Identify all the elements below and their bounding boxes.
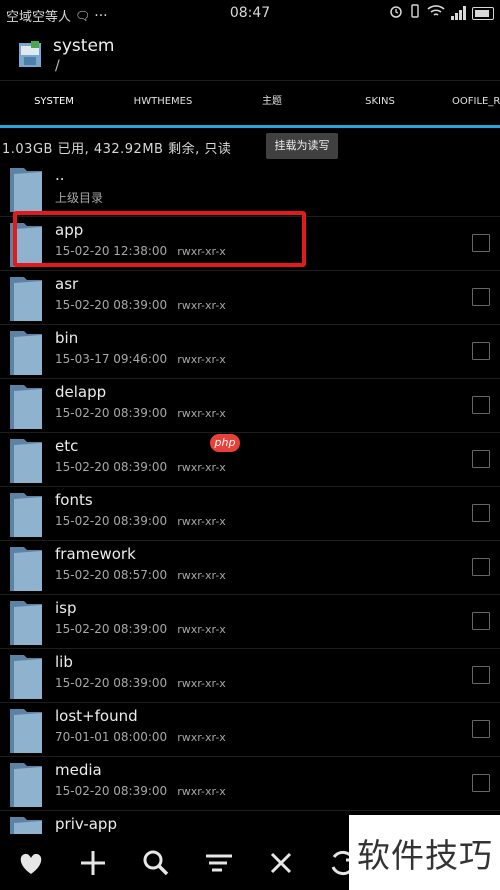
file-name: etc xyxy=(55,437,79,455)
folder-icon xyxy=(10,759,42,807)
file-name: media xyxy=(55,761,102,779)
list-item-delapp[interactable]: delapp 15-02-20 08:39:00 rwxr-xr-x xyxy=(0,378,500,432)
folder-icon xyxy=(10,273,42,321)
storage-info: 1.03GB 已用, 432.92MB 剩余, 只读 挂载为读写 xyxy=(0,130,500,162)
select-checkbox[interactable] xyxy=(472,396,490,414)
file-name: priv-app xyxy=(55,815,117,833)
selection-highlight xyxy=(13,211,306,267)
tab-bar: SYSTEM HWTHEMES 主题 SKINS OOFILE_RE xyxy=(0,80,500,128)
file-meta: 15-02-20 08:39:00 rwxr-xr-x xyxy=(55,514,226,528)
list-item-bin[interactable]: bin 15-03-17 09:46:00 rwxr-xr-x xyxy=(0,324,500,378)
list-item-isp[interactable]: isp 15-02-20 08:39:00 rwxr-xr-x xyxy=(0,594,500,648)
list-item-framework[interactable]: framework 15-02-20 08:57:00 rwxr-xr-x xyxy=(0,540,500,594)
select-checkbox[interactable] xyxy=(472,288,490,306)
file-meta: 15-02-20 08:39:00 rwxr-xr-x xyxy=(55,406,226,420)
select-checkbox[interactable] xyxy=(472,450,490,468)
folder-icon xyxy=(10,164,42,212)
folder-icon xyxy=(10,381,42,429)
close-icon[interactable] xyxy=(264,846,298,880)
list-item-parent[interactable]: .. 上级目录 xyxy=(0,162,500,215)
status-bar: 空域空等人 🗨 ··· 08:47 xyxy=(0,0,500,28)
select-checkbox[interactable] xyxy=(472,612,490,630)
select-checkbox[interactable] xyxy=(472,342,490,360)
page-title: system xyxy=(53,36,115,56)
file-meta: 15-02-20 08:39:00 rwxr-xr-x xyxy=(55,784,226,798)
folder-icon xyxy=(10,435,42,483)
file-meta: 70-01-01 08:00:00 rwxr-xr-x xyxy=(55,730,226,744)
tab-hwthemes[interactable]: HWTHEMES xyxy=(108,81,218,125)
file-name: bin xyxy=(55,329,79,347)
folder-icon xyxy=(10,813,42,834)
select-checkbox[interactable] xyxy=(472,720,490,738)
list-item-media[interactable]: media 15-02-20 08:39:00 rwxr-xr-x xyxy=(0,756,500,810)
mount-rw-button[interactable]: 挂载为读写 xyxy=(266,133,338,159)
file-meta: 15-02-20 08:39:00 rwxr-xr-x xyxy=(55,676,226,690)
current-path: / xyxy=(55,58,60,74)
file-meta: 15-02-20 08:39:00 rwxr-xr-x xyxy=(55,298,226,312)
select-checkbox[interactable] xyxy=(472,558,490,576)
signal-icon xyxy=(451,6,466,20)
file-name: lost+found xyxy=(55,707,138,725)
file-meta: 15-02-20 08:57:00 rwxr-xr-x xyxy=(55,568,226,582)
tab-skins[interactable]: SKINS xyxy=(326,81,434,125)
folder-icon xyxy=(10,543,42,591)
app-header: system / xyxy=(0,28,500,80)
vibrate-icon xyxy=(409,4,421,22)
folder-icon xyxy=(10,327,42,375)
select-checkbox[interactable] xyxy=(472,504,490,522)
battery-icon xyxy=(472,6,494,20)
file-meta: 15-02-20 08:39:00 rwxr-xr-x xyxy=(55,460,226,474)
list-item-fonts[interactable]: fonts 15-02-20 08:39:00 rwxr-xr-x xyxy=(0,486,500,540)
alarm-icon xyxy=(389,4,403,22)
file-meta: 15-02-20 08:39:00 rwxr-xr-x xyxy=(55,622,226,636)
file-name: delapp xyxy=(55,383,107,401)
folder-icon xyxy=(10,705,42,753)
file-name: framework xyxy=(55,545,136,563)
plus-icon[interactable] xyxy=(76,846,110,880)
file-name: asr xyxy=(55,275,79,293)
select-checkbox[interactable] xyxy=(472,234,490,252)
tab-oofile[interactable]: OOFILE_RE xyxy=(434,81,500,125)
site-watermark-text: 软件技巧 xyxy=(357,836,493,875)
sort-icon[interactable] xyxy=(202,846,236,880)
folder-icon xyxy=(10,651,42,699)
heart-icon[interactable] xyxy=(14,846,48,880)
list-item-lost-found[interactable]: lost+found 70-01-01 08:00:00 rwxr-xr-x xyxy=(0,702,500,756)
php-watermark: php xyxy=(210,434,240,452)
select-checkbox[interactable] xyxy=(472,774,490,792)
list-item-lib[interactable]: lib 15-02-20 08:39:00 rwxr-xr-x xyxy=(0,648,500,702)
list-item-asr[interactable]: asr 15-02-20 08:39:00 rwxr-xr-x xyxy=(0,270,500,324)
storage-usage: 1.03GB 已用, 432.92MB 剩余, 只读 xyxy=(2,142,232,157)
file-meta: 上级目录 xyxy=(55,191,104,205)
status-right xyxy=(389,4,494,22)
folder-icon xyxy=(10,597,42,645)
select-checkbox[interactable] xyxy=(472,666,490,684)
list-item-etc[interactable]: etc 15-02-20 08:39:00 rwxr-xr-x xyxy=(0,432,500,486)
file-name: lib xyxy=(55,653,73,671)
wifi-icon xyxy=(427,4,445,22)
site-watermark: 软件技巧 xyxy=(349,815,500,890)
search-icon[interactable] xyxy=(139,846,173,880)
tab-system[interactable]: SYSTEM xyxy=(0,81,108,125)
file-name: fonts xyxy=(55,491,93,509)
folder-icon xyxy=(10,489,42,537)
file-manager-icon[interactable] xyxy=(18,40,42,68)
file-name: .. xyxy=(55,166,65,184)
tab-themes[interactable]: 主题 xyxy=(218,81,326,125)
file-meta: 15-03-17 09:46:00 rwxr-xr-x xyxy=(55,352,226,366)
file-name: isp xyxy=(55,599,77,617)
